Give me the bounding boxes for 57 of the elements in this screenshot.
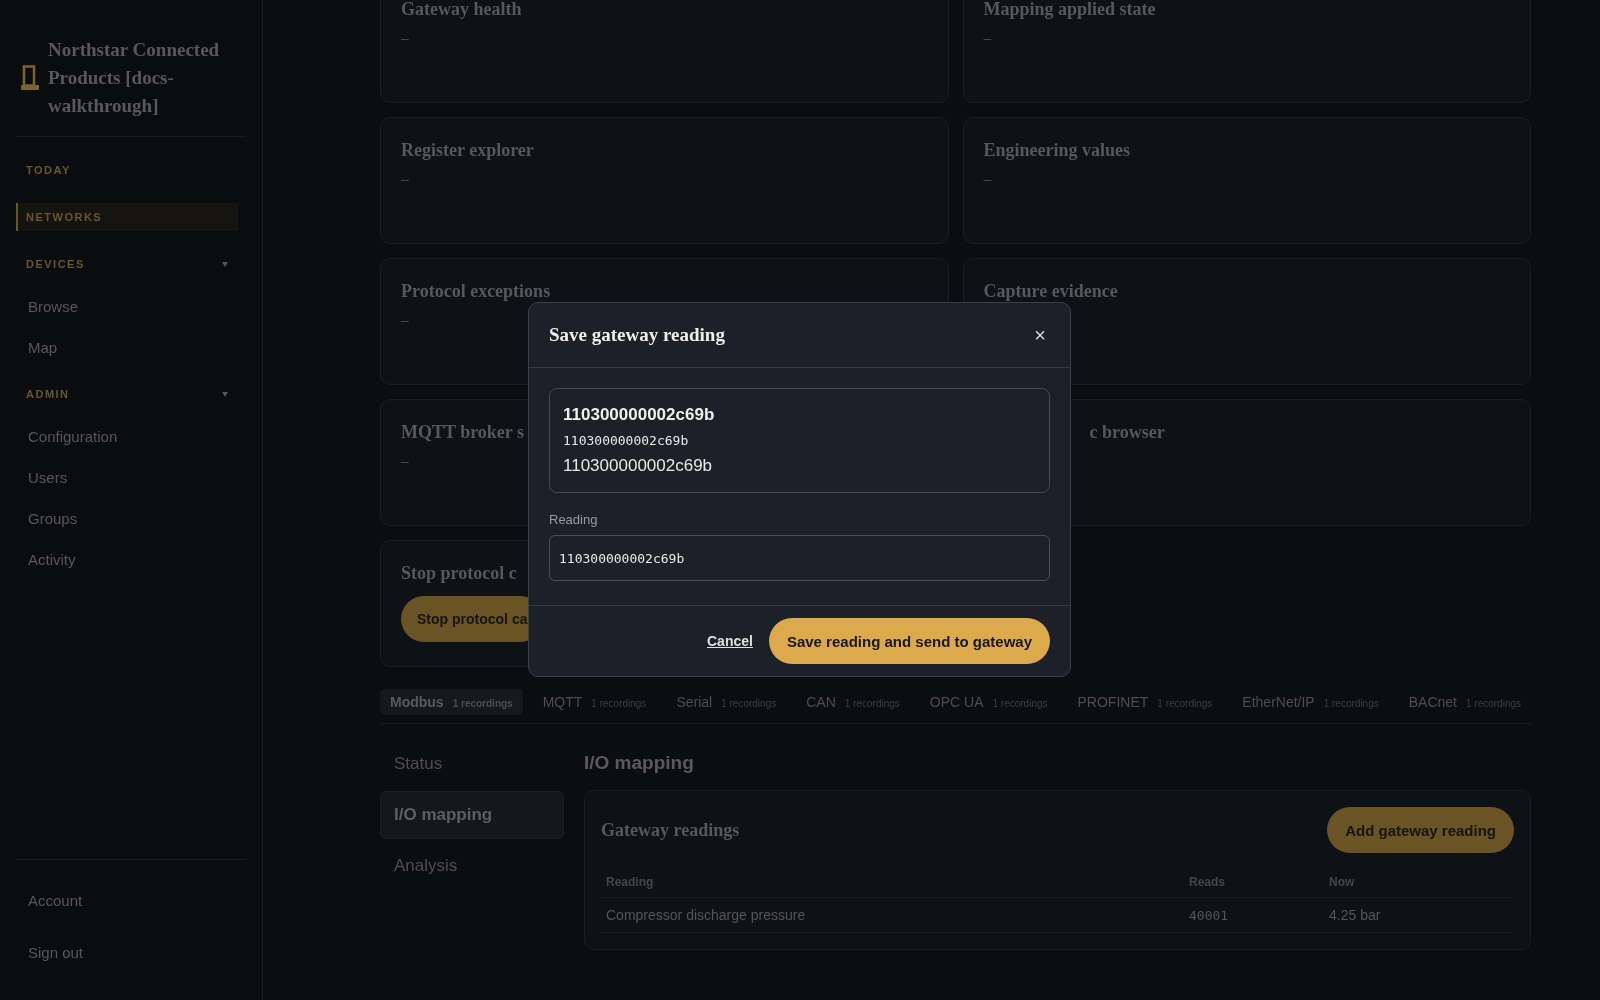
nav-item[interactable]: Users	[16, 457, 246, 498]
nav-section-link[interactable]: NETWORKS	[16, 203, 238, 231]
tab-label: Modbus	[390, 694, 444, 710]
empty-value: –	[401, 312, 409, 328]
table-cell-text: Compressor discharge pressure	[606, 906, 807, 925]
card-title: Register explorer	[401, 140, 534, 161]
add-reading-button[interactable]: Add gateway reading	[1327, 807, 1514, 853]
empty-value: –	[983, 30, 992, 46]
preview-text: 110300000002c69b	[563, 456, 714, 476]
card-title: Capture evidence	[983, 281, 1118, 302]
table-cell-text: 4.25 bar	[1329, 906, 1382, 925]
tab-label: EtherNet/IP	[1242, 694, 1315, 710]
preview-text: 110300000002c69b	[563, 405, 716, 425]
dialog-title: Save gateway reading	[549, 324, 725, 346]
tab-label: PROFINET	[1077, 694, 1149, 710]
nav-item[interactable]: Sign out	[16, 926, 246, 978]
card-title: Engineering values	[983, 140, 1130, 161]
save-button[interactable]: Save reading and send to gateway	[768, 618, 1050, 664]
tab-label: MQTT	[542, 694, 583, 710]
subnav-item[interactable]: Status	[380, 740, 564, 788]
close-button[interactable]: ×	[1030, 323, 1050, 347]
tab-label: BACnet	[1408, 694, 1457, 710]
cancel-link[interactable]: Cancel	[707, 633, 753, 649]
nav-group-header[interactable]: ADMIN	[16, 380, 246, 408]
card-title: MQTT broker s	[401, 422, 525, 443]
card-title: Gateway health	[401, 0, 522, 20]
panel-title: Gateway readings	[601, 819, 740, 841]
nav-item[interactable]: Account	[16, 874, 246, 926]
lamp-icon	[20, 65, 40, 91]
app-title: Northstar Connected Products [docs-walkthrough]	[48, 38, 221, 118]
nav-item[interactable]: Groups	[16, 498, 246, 539]
table-cell-text: 40001	[1189, 906, 1230, 925]
card-title: c browser	[1089, 422, 1165, 443]
nav-item[interactable]: Browse	[16, 286, 246, 327]
card-title: Stop protocol c	[401, 563, 517, 584]
section-heading: I/O mapping	[584, 751, 695, 775]
empty-value: –	[401, 453, 409, 469]
preview-text: 110300000002c69b	[563, 433, 690, 448]
reading-input[interactable]: 110300000002c69b	[549, 535, 1050, 581]
subnav-item[interactable]: Analysis	[380, 842, 564, 890]
tab-label: Serial	[676, 694, 713, 710]
nav-group-header[interactable]: DEVICES	[16, 250, 246, 278]
protocol-tab[interactable]: Modbus 1 recordings	[380, 689, 523, 715]
empty-value: –	[401, 30, 409, 46]
tab-label: OPC UA	[929, 694, 984, 710]
tab-label: CAN	[806, 694, 836, 710]
card-title: Protocol exceptions	[401, 281, 551, 302]
card-title: Mapping applied state	[983, 0, 1156, 20]
nav-item[interactable]: Configuration	[16, 416, 246, 457]
nav-section-link[interactable]: TODAY	[16, 156, 246, 184]
nav-item[interactable]: Map	[16, 327, 246, 368]
field-label: Reading	[549, 512, 599, 527]
empty-value: –	[401, 171, 409, 187]
recording-count: 1 recordings	[452, 698, 513, 709]
nav-item[interactable]: Activity	[16, 539, 246, 580]
empty-value: –	[983, 171, 992, 187]
subnav-item[interactable]: I/O mapping	[380, 791, 564, 839]
